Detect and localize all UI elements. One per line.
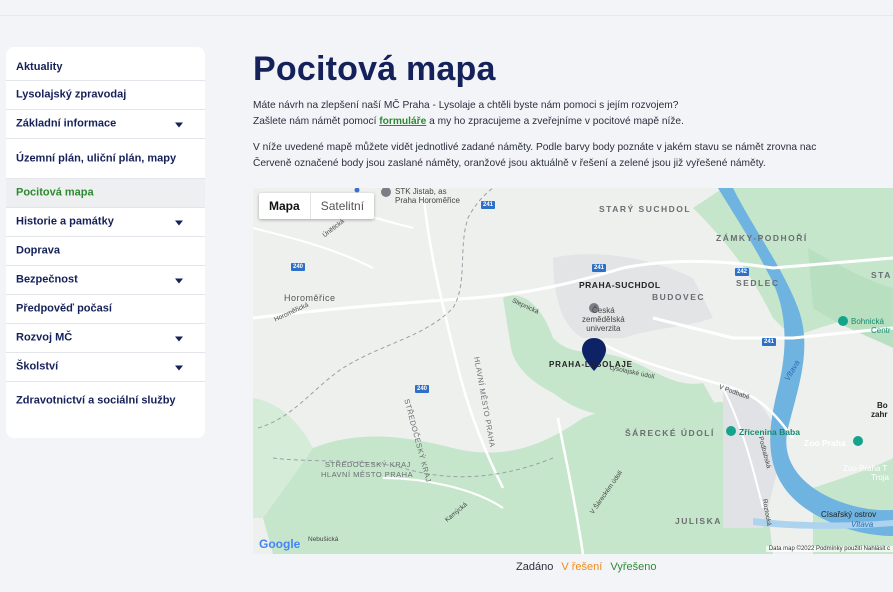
road-shield: 241 xyxy=(592,264,607,272)
sidebar-item-rozvoj[interactable]: Rozvoj MČ xyxy=(6,324,205,353)
sidebar-item-label: Doprava xyxy=(16,244,61,257)
map-type-mapa[interactable]: Mapa xyxy=(259,193,310,219)
road-shield: 241 xyxy=(481,201,496,209)
road-shield: 240 xyxy=(415,385,430,393)
sidebar-item-label: Historie a památky xyxy=(16,215,114,228)
sidebar-item-label: Školství xyxy=(16,360,59,373)
map-label: ZÁMKY-PODHOŘÍ xyxy=(716,233,808,243)
map-type-toggle: Mapa Satelitní xyxy=(259,193,375,219)
sidebar-item-label: Základní informace xyxy=(16,117,117,130)
poi-label: univerzita xyxy=(586,324,621,333)
poi-label: STK Jistab, as xyxy=(395,188,447,196)
chevron-down-icon[interactable] xyxy=(175,278,183,284)
legend-paragraph: V níže uvedené mapě můžete vidět jednotl… xyxy=(253,140,893,172)
road-shield: 240 xyxy=(291,263,306,271)
google-logo: Google xyxy=(259,537,300,551)
chevron-down-icon[interactable] xyxy=(175,336,183,342)
sidebar-item-label: Předpověď počasí xyxy=(16,302,112,315)
poi-bohnicka[interactable]: Bohnická Centr xyxy=(851,317,891,335)
poi-cisarsky-ostrov[interactable]: Císařský ostrov xyxy=(821,510,876,519)
map-label: BUDOVEC xyxy=(652,292,706,302)
legend-zadano[interactable]: Zadáno xyxy=(516,561,553,573)
legend-vyreseno[interactable]: Vyřešeno xyxy=(610,561,656,573)
poi-stk[interactable]: STK Jistab, as Praha Horoměřice xyxy=(395,188,460,205)
map-label: STARÝ SUCHDOL xyxy=(599,204,692,214)
poi-czu[interactable]: Česká zemědělská univerzita xyxy=(582,306,625,333)
map-label: HLAVNÍ MĚSTO PRAHA xyxy=(321,470,414,479)
map-label: STŘEDOČESKÝ KRAJ xyxy=(325,460,411,469)
sidebar-item-skolstvi[interactable]: Školství xyxy=(6,353,205,382)
chevron-down-icon[interactable] xyxy=(175,122,183,128)
top-bar xyxy=(0,0,893,16)
sidebar: Aktuality Lysolajský zpravodaj Základní … xyxy=(6,47,205,438)
intro-paragraph: Máte návrh na zlepšení naší MČ Praha - L… xyxy=(253,98,893,130)
sidebar-item-label: Pocitová mapa xyxy=(16,186,94,199)
road-shield: 242 xyxy=(735,268,750,276)
legend-line-1: V níže uvedené mapě můžete vidět jednotl… xyxy=(253,142,817,153)
intro-text-after: a my ho zpracujeme a zveřejníme v pocito… xyxy=(426,116,684,127)
sidebar-item-doprava[interactable]: Doprava xyxy=(6,237,205,266)
sidebar-item-label: Územní plán, uliční plán, mapy xyxy=(16,152,177,164)
river-label: Vltava xyxy=(851,520,874,529)
map-label: JULISKA xyxy=(675,516,722,526)
poi-label: Bohnická xyxy=(851,317,884,326)
poi-label: Centr xyxy=(871,326,891,335)
map-label: SEDLEC xyxy=(736,278,780,288)
feedback-map[interactable]: Mapa Satelitní STK Jistab, as Praha Horom… xyxy=(253,188,893,554)
intro-line-1: Máte návrh na zlepšení naší MČ Praha - L… xyxy=(253,100,679,111)
poi-zoo-troja[interactable]: Zoo Praha T Troja xyxy=(843,464,889,482)
road-shield: 241 xyxy=(762,338,777,346)
sidebar-item-label: Rozvoj MČ xyxy=(16,331,73,344)
sidebar-item-predpoved-pocasi[interactable]: Předpověď počasí xyxy=(6,295,205,324)
poi-label: zahr xyxy=(871,410,888,419)
sidebar-item-bezpecnost[interactable]: Bezpečnost xyxy=(6,266,205,295)
map-label: STA xyxy=(871,270,892,280)
poi-label: Bo xyxy=(877,401,888,410)
map-attribution[interactable]: Data map ©2022 Podmínky použití Nahlásit… xyxy=(765,546,893,552)
sidebar-item-pocitova-mapa[interactable]: Pocitová mapa xyxy=(6,179,205,208)
form-link[interactable]: formuláře xyxy=(379,116,426,127)
legend-v-reseni[interactable]: V řešení xyxy=(561,561,602,573)
sidebar-item-label: Lysolajský zpravodaj xyxy=(16,88,127,101)
sidebar-item-historie[interactable]: Historie a památky xyxy=(6,208,205,237)
page-title: Pocitová mapa xyxy=(253,50,496,88)
poi-zricenina-baba[interactable]: Zřícenina Baba xyxy=(739,427,800,437)
poi-zoo-praha[interactable]: Zoo Praha xyxy=(804,438,846,448)
sidebar-item-zdravotnictvi[interactable]: Zdravotnictví a sociální služby xyxy=(6,382,205,420)
chevron-down-icon[interactable] xyxy=(175,365,183,371)
main-content: Pocitová mapa Máte návrh na zlepšení naš… xyxy=(253,48,893,172)
sidebar-item-zakladni-informace[interactable]: Základní informace xyxy=(6,110,205,139)
intro-line-2: Zašlete nám námět pomocí formuláře a my … xyxy=(253,114,893,130)
map-label: ŠÁRECKÉ ÚDOLÍ xyxy=(625,428,715,438)
sidebar-item-label: Zdravotnictví a sociální služby xyxy=(16,394,176,407)
intro-text-before: Zašlete nám námět pomocí xyxy=(253,116,380,127)
poi-label: Česká xyxy=(592,306,615,315)
map-label: PRAHA-SUCHDOL xyxy=(579,280,661,290)
google-wordmark: Google xyxy=(259,537,301,551)
status-legend: Zadáno V řešení Vyřešeno xyxy=(516,561,661,573)
sidebar-item-aktuality[interactable]: Aktuality xyxy=(6,47,205,81)
poi-label: Praha Horoměřice xyxy=(395,196,460,205)
sidebar-item-label: Bezpečnost xyxy=(16,273,78,286)
poi-botanicka[interactable]: Bo zahr xyxy=(871,401,888,419)
sidebar-item-label: Aktuality xyxy=(16,60,63,73)
sidebar-item-zpravodaj[interactable]: Lysolajský zpravodaj xyxy=(6,81,205,110)
chevron-down-icon[interactable] xyxy=(175,220,183,226)
map-label: Horoměřice xyxy=(284,293,336,303)
map-type-satelitni[interactable]: Satelitní xyxy=(309,193,374,219)
poi-label: Troja xyxy=(871,473,889,482)
legend-line-2: Červeně označené body jsou zaslané námět… xyxy=(253,158,766,169)
poi-label: zemědělská xyxy=(582,315,625,324)
sidebar-item-uzemni-plan[interactable]: Územní plán, uliční plán, mapy xyxy=(6,139,205,179)
street-label: Nebušická xyxy=(308,536,339,543)
poi-label: Zoo Praha T xyxy=(843,464,888,473)
